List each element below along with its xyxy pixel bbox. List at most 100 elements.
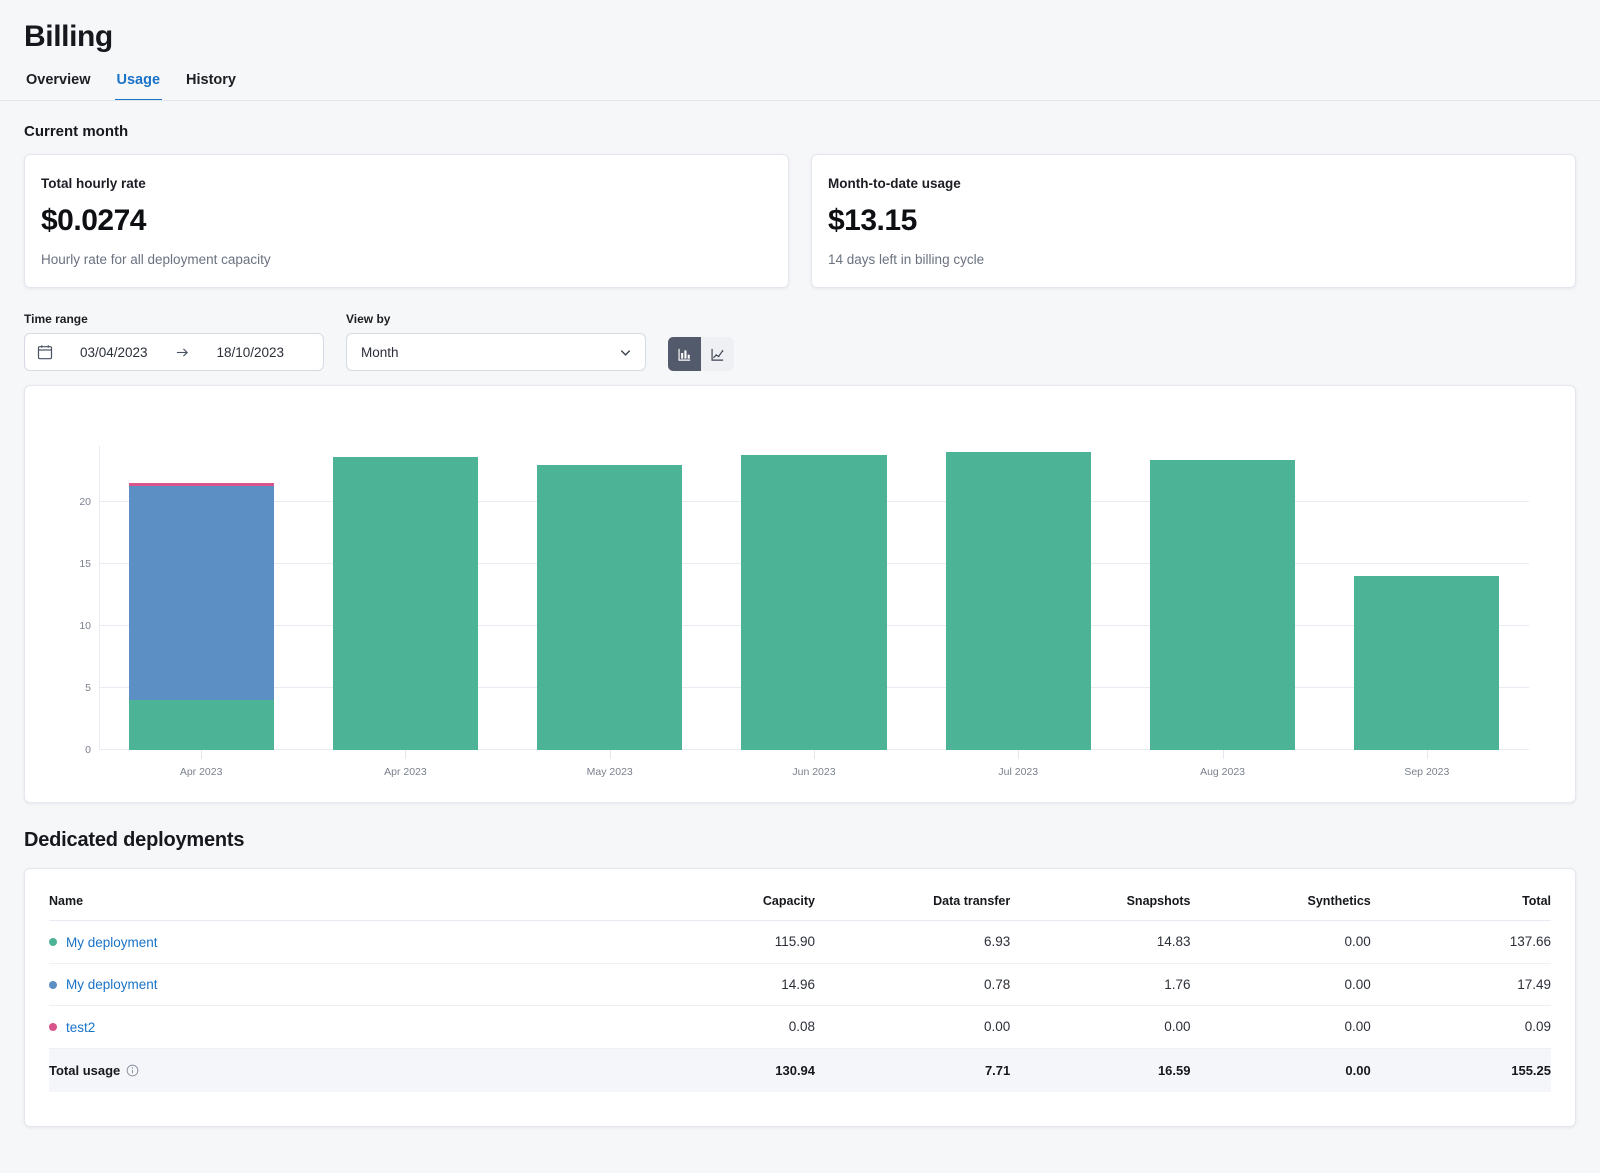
bar-slot: Aug 2023 <box>1120 446 1324 750</box>
total-hourly-rate-card: Total hourly rate $0.0274 Hourly rate fo… <box>24 154 789 288</box>
deployment-link[interactable]: test2 <box>66 1020 95 1035</box>
column-header-name[interactable]: Name <box>49 881 620 921</box>
line-chart-icon <box>710 347 725 362</box>
y-axis-tick: 5 <box>85 682 91 694</box>
card-subtext: Hourly rate for all deployment capacity <box>41 252 772 267</box>
snapshots-cell: 0.00 <box>1010 1006 1190 1049</box>
data-transfer-cell: 6.93 <box>815 921 1010 964</box>
column-header-synthetics[interactable]: Synthetics <box>1191 881 1371 921</box>
column-header-capacity[interactable]: Capacity <box>620 881 815 921</box>
bar-segment[interactable] <box>946 452 1091 750</box>
page-header: Billing Overview Usage History <box>0 0 1600 101</box>
table-row: My deployment115.906.9314.830.00137.66 <box>49 921 1551 964</box>
total-usage-label: Total usage <box>49 1063 120 1078</box>
chevron-down-icon <box>618 345 633 360</box>
x-axis-tick-label: Jul 2023 <box>998 766 1038 778</box>
table-foot: Total usage 130.94 7.71 16.59 0.0 <box>49 1048 1551 1092</box>
bar-segment[interactable] <box>1150 460 1295 750</box>
card-value: $13.15 <box>828 204 1559 238</box>
x-axis-tick-label: May 2023 <box>587 766 633 778</box>
bar-slot: Sep 2023 <box>1325 446 1529 750</box>
series-color-dot <box>49 938 57 946</box>
bar-chart-toggle[interactable] <box>668 337 701 371</box>
x-axis-tick-mark <box>405 750 406 759</box>
bar-segment[interactable] <box>1354 576 1499 750</box>
x-axis-tick-mark <box>201 750 202 759</box>
column-header-data-transfer[interactable]: Data transfer <box>815 881 1010 921</box>
snapshots-cell: 1.76 <box>1010 963 1190 1006</box>
card-label: Total hourly rate <box>41 176 772 191</box>
page-title: Billing <box>24 18 1576 56</box>
page-body: Current month Total hourly rate $0.0274 … <box>0 101 1600 1127</box>
x-axis-tick-mark <box>610 750 611 759</box>
tab-bar: Overview Usage History <box>24 70 1576 101</box>
y-axis-tick: 0 <box>85 744 91 756</box>
line-chart-toggle[interactable] <box>701 337 734 371</box>
x-axis-tick-mark <box>1427 750 1428 759</box>
total-synthetics: 0.00 <box>1191 1048 1371 1092</box>
date-range-picker[interactable]: 03/04/2023 18/10/2023 <box>24 333 324 371</box>
x-axis-tick-label: Apr 2023 <box>180 766 223 778</box>
view-by-label: View by <box>346 312 646 326</box>
x-axis-tick-mark <box>814 750 815 759</box>
bar-segment[interactable] <box>537 465 682 750</box>
deployments-table: Name Capacity Data transfer Snapshots Sy… <box>49 881 1551 1092</box>
time-range-label: Time range <box>24 312 324 326</box>
x-axis-tick-mark <box>1018 750 1019 759</box>
synthetics-cell: 0.00 <box>1191 921 1371 964</box>
total-cell: 0.09 <box>1371 1006 1551 1049</box>
bar-segment[interactable] <box>129 486 274 701</box>
total-usage-row: Total usage 130.94 7.71 16.59 0.0 <box>49 1048 1551 1092</box>
bar-chart-icon <box>677 347 692 362</box>
deployment-link[interactable]: My deployment <box>66 977 158 992</box>
tab-overview[interactable]: Overview <box>24 70 93 101</box>
capacity-cell: 115.90 <box>620 921 815 964</box>
deployment-name-cell: My deployment <box>49 963 620 1006</box>
data-transfer-cell: 0.00 <box>815 1006 1010 1049</box>
series-color-dot <box>49 981 57 989</box>
date-start-value[interactable]: 03/04/2023 <box>53 345 175 360</box>
stacked-bar[interactable] <box>537 465 682 750</box>
total-capacity: 130.94 <box>620 1048 815 1092</box>
bar-slot: Apr 2023 <box>303 446 507 750</box>
bar-segment[interactable] <box>129 700 274 750</box>
stacked-bar[interactable] <box>946 452 1091 750</box>
y-axis-tick: 10 <box>79 620 91 632</box>
table-body: My deployment115.906.9314.830.00137.66My… <box>49 921 1551 1049</box>
deployment-name-cell: test2 <box>49 1006 620 1049</box>
capacity-cell: 0.08 <box>620 1006 815 1049</box>
info-icon[interactable] <box>126 1064 139 1077</box>
capacity-cell: 14.96 <box>620 963 815 1006</box>
total-usage-label-cell: Total usage <box>49 1048 620 1092</box>
tab-history[interactable]: History <box>184 70 238 101</box>
bar-slot: Jul 2023 <box>916 446 1120 750</box>
bar-group: Apr 2023Apr 2023May 2023Jun 2023Jul 2023… <box>99 446 1529 750</box>
date-end-value[interactable]: 18/10/2023 <box>190 345 312 360</box>
month-to-date-usage-card: Month-to-date usage $13.15 14 days left … <box>811 154 1576 288</box>
current-month-heading: Current month <box>24 123 1576 140</box>
dedicated-deployments-heading: Dedicated deployments <box>24 829 1576 852</box>
total-total: 155.25 <box>1371 1048 1551 1092</box>
view-by-select[interactable]: Month <box>346 333 646 371</box>
stacked-bar[interactable] <box>741 455 886 750</box>
series-color-dot <box>49 1023 57 1031</box>
stacked-bar[interactable] <box>1150 460 1295 750</box>
synthetics-cell: 0.00 <box>1191 963 1371 1006</box>
data-transfer-cell: 0.78 <box>815 963 1010 1006</box>
tab-usage[interactable]: Usage <box>115 70 163 101</box>
stacked-bar[interactable] <box>333 457 478 750</box>
column-header-snapshots[interactable]: Snapshots <box>1010 881 1190 921</box>
x-axis-tick-label: Apr 2023 <box>384 766 427 778</box>
bar-segment[interactable] <box>333 457 478 750</box>
stacked-bar[interactable] <box>1354 576 1499 750</box>
card-value: $0.0274 <box>41 204 772 238</box>
stacked-bar[interactable] <box>129 483 274 750</box>
column-header-total[interactable]: Total <box>1371 881 1551 921</box>
billing-usage-page: Billing Overview Usage History Current m… <box>0 0 1600 1173</box>
deployment-link[interactable]: My deployment <box>66 935 158 950</box>
view-by-value: Month <box>361 345 399 360</box>
chart-type-toggle-group <box>668 337 734 371</box>
bar-segment[interactable] <box>741 455 886 750</box>
table-header-row: Name Capacity Data transfer Snapshots Sy… <box>49 881 1551 921</box>
snapshots-cell: 14.83 <box>1010 921 1190 964</box>
